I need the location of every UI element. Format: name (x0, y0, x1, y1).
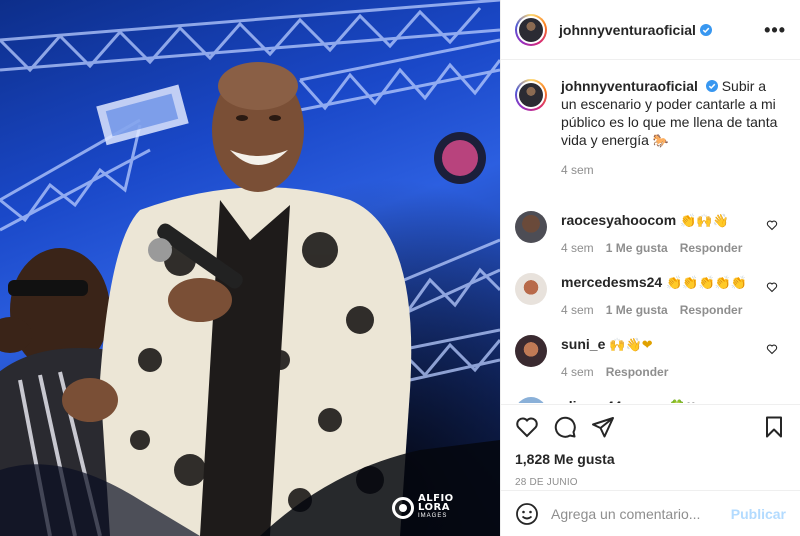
comment-username[interactable]: alicora44 (561, 398, 622, 403)
comment-time[interactable]: 4 sem (561, 241, 594, 255)
commenter-avatar[interactable] (515, 211, 547, 243)
comment-text: ⚫⚫⚫⚫🍀❤ (626, 400, 697, 403)
comment-time[interactable]: 4 sem (561, 303, 594, 317)
comment-text: 🙌👋❤ (609, 338, 653, 353)
post-actions: 1,828 Me gusta 28 DE JUNIO (501, 404, 800, 488)
like-comment-heart-icon[interactable] (766, 281, 778, 293)
comment-bubble-icon[interactable] (553, 415, 577, 439)
comment-text: 👏🙌👋 (680, 214, 729, 229)
post-caption: johnnyventuraoficial Subir a un escenari… (515, 77, 786, 179)
commenter-avatar[interactable] (515, 335, 547, 367)
comment-username[interactable]: raocesyahoocom (561, 212, 676, 228)
comment-text: 👏👏👏👏👏 (666, 276, 748, 291)
caption-avatar[interactable] (515, 79, 547, 111)
author-avatar[interactable] (515, 13, 547, 46)
comment-likes[interactable]: 1 Me gusta (606, 303, 668, 317)
likes-count[interactable]: 1,828 Me gusta (515, 451, 786, 467)
comment-time[interactable]: 4 sem (561, 365, 594, 379)
emoji-picker-icon[interactable] (515, 502, 539, 526)
like-heart-icon[interactable] (515, 415, 539, 439)
comment-row: mercedesms24 👏👏👏👏👏 4 sem 1 Me gusta Respond… (515, 273, 786, 317)
comment-likes[interactable]: 1 Me gusta (606, 241, 668, 255)
save-bookmark-icon[interactable] (762, 415, 786, 439)
concert-photo (0, 0, 500, 536)
comment-row: suni_e 🙌👋❤ 4 sem Responder (515, 335, 786, 379)
comment-username[interactable]: suni_e (561, 336, 605, 352)
caption-time[interactable]: 4 sem (561, 161, 594, 179)
reply-button[interactable]: Responder (680, 241, 743, 255)
caption-emoji: 🐎 (652, 134, 670, 149)
camera-shutter-icon (392, 496, 414, 519)
share-paper-plane-icon[interactable] (591, 415, 615, 439)
watermark-line-2: LORA (418, 502, 450, 513)
add-comment-bar: Agrega un comentario... Publicar (501, 490, 800, 536)
comment-row: raocesyahoocom 👏🙌👋 4 sem 1 Me gusta Respond… (515, 211, 786, 255)
caption-username[interactable]: johnnyventuraoficial (561, 78, 698, 94)
publish-button[interactable]: Publicar (731, 506, 786, 522)
comment-input[interactable]: Agrega un comentario... (551, 506, 731, 522)
like-comment-heart-icon[interactable] (766, 219, 778, 231)
post-photo[interactable]: ALFIO LORA IMAGES (0, 0, 500, 536)
commenter-avatar[interactable] (515, 397, 547, 403)
photographer-watermark: ALFIO LORA IMAGES (392, 494, 454, 521)
reply-button[interactable]: Responder (680, 303, 743, 317)
verified-badge-icon (699, 23, 712, 36)
comment-row: alicora44 ⚫⚫⚫⚫🍀❤ (515, 397, 786, 403)
comments-list[interactable]: johnnyventuraoficial Subir a un escenari… (501, 61, 800, 403)
verified-badge-icon (705, 80, 718, 92)
more-options-icon[interactable]: ••• (764, 21, 786, 39)
instagram-post: ALFIO LORA IMAGES johnnyventuraoficial •… (0, 0, 800, 536)
reply-button[interactable]: Responder (606, 365, 669, 379)
watermark-line-3: IMAGES (418, 513, 448, 519)
post-header: johnnyventuraoficial ••• (501, 0, 800, 60)
commenter-avatar[interactable] (515, 273, 547, 305)
comment-username[interactable]: mercedesms24 (561, 274, 662, 290)
author-username[interactable]: johnnyventuraoficial (559, 22, 696, 38)
like-comment-heart-icon[interactable] (766, 343, 778, 355)
post-date[interactable]: 28 DE JUNIO (515, 477, 786, 488)
post-side-panel: johnnyventuraoficial ••• johnnyventuraof… (500, 0, 800, 536)
